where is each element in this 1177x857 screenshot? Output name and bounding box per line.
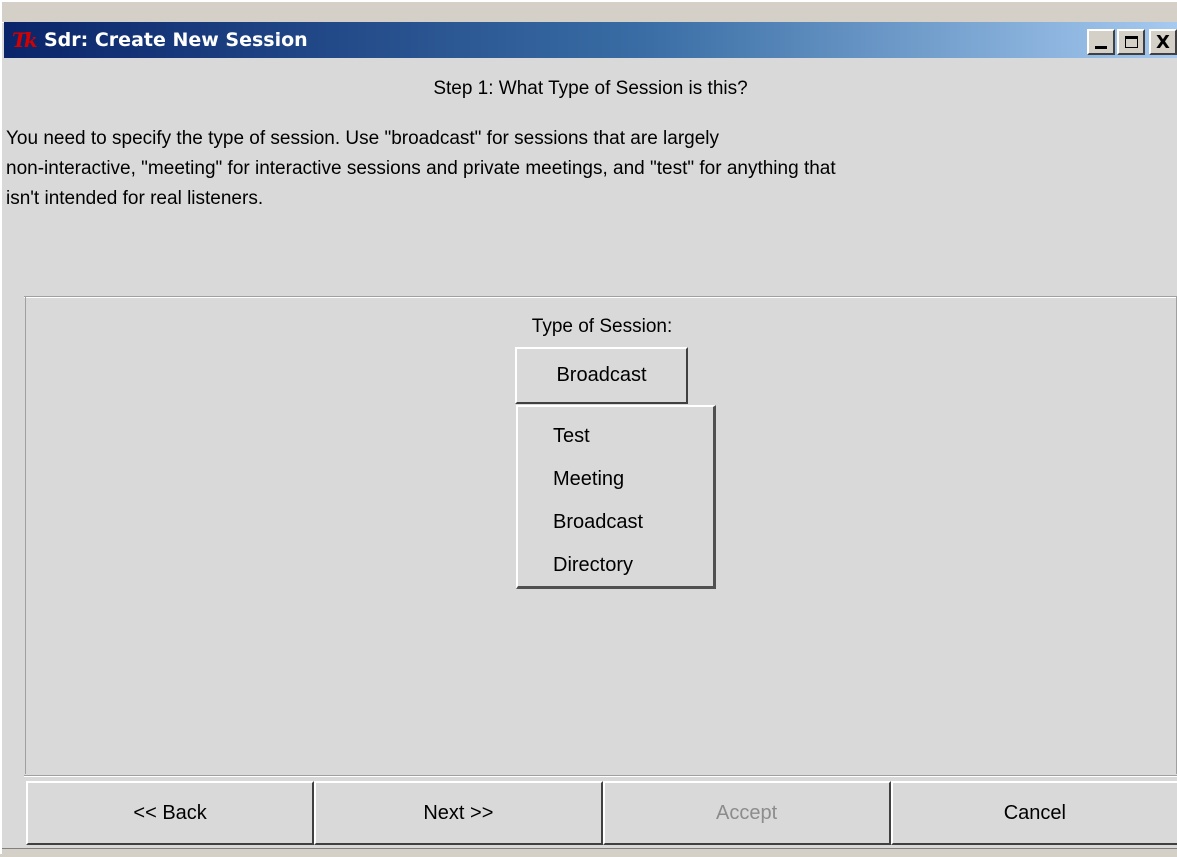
option-meeting[interactable]: Meeting xyxy=(518,462,713,505)
description-line: You need to specify the type of session.… xyxy=(6,128,720,149)
session-type-selected: Broadcast xyxy=(556,364,647,386)
option-broadcast[interactable]: Broadcast xyxy=(518,505,713,548)
accept-button[interactable]: Accept xyxy=(602,781,891,845)
description-line: isn't intended for real listeners. xyxy=(6,188,264,209)
window-title: Sdr: Create New Session xyxy=(44,29,308,51)
close-button[interactable]: X xyxy=(1149,29,1177,55)
window-top-edge xyxy=(2,2,1177,23)
option-directory[interactable]: Directory xyxy=(518,548,713,591)
step-description: You need to specify the type of session.… xyxy=(6,124,1176,214)
session-type-menubutton[interactable]: Broadcast xyxy=(515,347,688,404)
window-controls: X xyxy=(1085,29,1177,55)
wizard-button-bar: << Back Next >> Accept Cancel xyxy=(26,781,1177,845)
close-icon: X xyxy=(1156,31,1170,53)
create-session-window: Tk Sdr: Create New Session X Step 1: Wha… xyxy=(0,0,1177,857)
session-type-dropdown: Test Meeting Broadcast Directory xyxy=(516,405,716,589)
minimize-button[interactable] xyxy=(1087,29,1115,55)
step-title: Step 1: What Type of Session is this? xyxy=(433,78,748,99)
option-test[interactable]: Test xyxy=(518,419,713,462)
button-bar-divider xyxy=(24,775,1177,777)
back-button[interactable]: << Back xyxy=(26,781,315,845)
window-bottom-edge xyxy=(2,848,1177,857)
title-bar[interactable]: Tk Sdr: Create New Session X xyxy=(4,22,1177,58)
minimize-icon xyxy=(1095,45,1107,49)
maximize-icon xyxy=(1124,36,1138,48)
next-button[interactable]: Next >> xyxy=(314,781,603,845)
description-line: non-interactive, "meeting" for interacti… xyxy=(6,158,836,179)
session-type-label: Type of Session: xyxy=(531,316,673,337)
cancel-button[interactable]: Cancel xyxy=(890,781,1177,845)
tk-logo-icon: Tk xyxy=(12,28,38,52)
maximize-button[interactable] xyxy=(1117,29,1145,55)
